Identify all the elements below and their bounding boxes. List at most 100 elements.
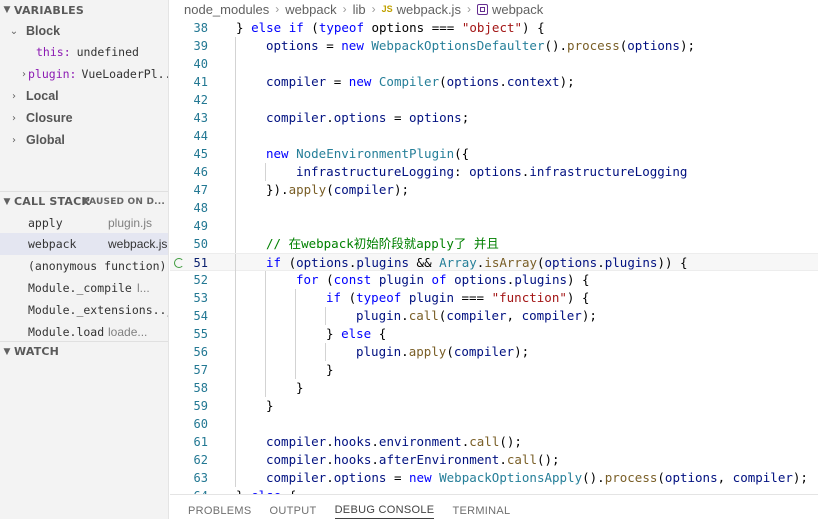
code-token: else [341,326,372,341]
code-line[interactable]: 38} else if (typeof options === "object"… [170,19,818,37]
code-token: apply [288,182,327,197]
code-line-current[interactable]: 51 if (options.plugins && Array.isArray(o… [170,253,818,272]
line-number: 46 [193,165,208,179]
stack-frame[interactable]: (anonymous function) [0,255,168,277]
code-line[interactable]: 57} [170,361,818,379]
frame-function: Module._extensions..js [28,303,169,317]
stack-frame[interactable]: Module._compile l... [0,277,168,299]
code-line[interactable]: 63 compiler.options = new WebpackOptionsA… [170,469,818,487]
code-line[interactable]: 48 [170,199,818,217]
code-line[interactable]: 41 compiler = new Compiler(options.contex… [170,73,818,91]
chevron-right-icon: › [22,68,26,80]
code-editor[interactable]: 38} else if (typeof options === "object"… [170,18,818,494]
code-token: ( [326,182,334,197]
code-token: . [371,434,379,449]
code-token: "object" [461,20,523,35]
code-line[interactable]: 49 [170,217,818,235]
watch-section-header[interactable]: ▼ WATCH [0,341,168,361]
variable-this[interactable]: this: undefined [0,41,168,63]
code-token: . [326,110,334,125]
code-line[interactable]: 40 [170,55,818,73]
code-line[interactable]: 44 [170,127,818,145]
code-line[interactable]: 62 compiler.hooks.afterEnvironment.call()… [170,451,818,469]
code-token: ( [281,255,297,270]
code-token: )) { [657,255,688,270]
code-line[interactable]: 61 compiler.hooks.environment.call(); [170,433,818,451]
code-text: new NodeEnvironmentPlugin({ [266,145,469,163]
stack-frame[interactable]: Module.load loade... [0,321,168,343]
code-token: afterEnvironment [378,452,500,467]
code-token: compiler [266,452,327,467]
line-number: 64 [170,487,208,494]
code-line[interactable]: 39 options = new WebpackOptionsDefaulter(… [170,37,818,55]
indent-guide [235,469,236,487]
scope-closure[interactable]: › Closure [0,107,168,129]
callstack-section-header[interactable]: ▼ CALL STACK PAUSED ON D... [0,191,168,211]
code-line[interactable]: 60 [170,415,818,433]
scope-block[interactable]: ⌄ Block [0,20,168,42]
stack-frame[interactable]: apply plugin.js [0,212,168,234]
code-token: plugins [604,255,658,270]
tab-debug-console[interactable]: DEBUG CONSOLE [334,504,435,519]
code-token: new [348,74,372,89]
code-token: options [409,110,462,125]
stack-frame-selected[interactable]: webpack webpack.js [0,233,168,255]
breadcrumb-item[interactable]: node_modules [184,2,269,17]
code-line[interactable]: 54 plugin.call(compiler, compiler); [170,307,818,325]
line-number: 43 [193,111,208,125]
breadcrumb-item[interactable]: lib [353,2,366,17]
indent-guide [235,181,236,199]
stack-frame[interactable]: Module._extensions..js [0,299,169,321]
chevron-right-icon: › [12,134,16,146]
scope-local[interactable]: › Local [0,85,168,107]
indent-guide [235,145,236,163]
code-line[interactable]: 56 plugin.apply(compiler); [170,343,818,361]
breadcrumb-item[interactable]: webpack [285,2,336,17]
code-line[interactable]: 52 for (const plugin of options.plugins) … [170,271,818,289]
code-token: options [333,470,387,485]
tab-problems[interactable]: PROBLEMS [188,505,252,519]
tab-output[interactable]: OUTPUT [270,505,317,519]
code-token: , [717,470,733,485]
indent-guide [235,451,236,469]
code-token: . [326,452,334,467]
code-line[interactable]: 45 new NodeEnvironmentPlugin({ [170,145,818,163]
indent-guide [235,199,236,217]
code-line[interactable]: 50 // 在webpack初始阶段就apply了 并且 [170,235,818,253]
code-line[interactable]: 46 infrastructureLogging: options.infrast… [170,163,818,181]
code-line[interactable]: 55} else { [170,325,818,343]
code-line[interactable]: 59} [170,397,818,415]
breadcrumb-symbol[interactable]: webpack [492,2,543,17]
indent-guide [265,271,266,289]
indent-guide [235,235,236,253]
code-token: } [296,380,304,395]
code-line[interactable]: 43 compiler.options = options; [170,109,818,127]
variables-section-header[interactable]: ▼ VARIABLES [0,0,168,20]
line-number: 47 [193,183,208,197]
code-token: ({ [454,146,470,161]
indent-guide [265,343,266,361]
code-text: compiler = new Compiler(options.context)… [266,73,575,91]
code-line[interactable]: 53 if (typeof plugin === "function") { [170,289,818,307]
breadcrumb-file[interactable]: webpack.js [397,2,461,17]
code-token: plugins [356,255,410,270]
debug-sidebar: ▼ VARIABLES ⌄ Block this: undefined › pl… [0,0,169,519]
code-line[interactable]: 42 [170,91,818,109]
code-token: . [401,308,409,323]
code-line[interactable]: 47}).apply(compiler); [170,181,818,199]
code-line[interactable]: 58} [170,379,818,397]
indent-guide [235,55,236,73]
code-text: if (options.plugins && Array.isArray(opt… [266,254,688,272]
scope-global[interactable]: › Global [0,129,168,151]
variable-name: this: [36,45,71,59]
variable-plugin[interactable]: › plugin: VueLoaderPl... [0,63,168,85]
code-text: if (typeof plugin === "function") { [326,289,589,307]
code-text: for (const plugin of options.plugins) { [296,271,590,289]
code-token: : [454,164,470,179]
code-token: = [318,38,342,53]
tab-terminal[interactable]: TERMINAL [452,505,510,519]
code-line[interactable]: 64} else { [170,487,818,494]
code-text: compiler.options = new WebpackOptionsApp… [266,469,808,487]
code-token: compiler [521,308,582,323]
code-token: compiler [266,74,327,89]
